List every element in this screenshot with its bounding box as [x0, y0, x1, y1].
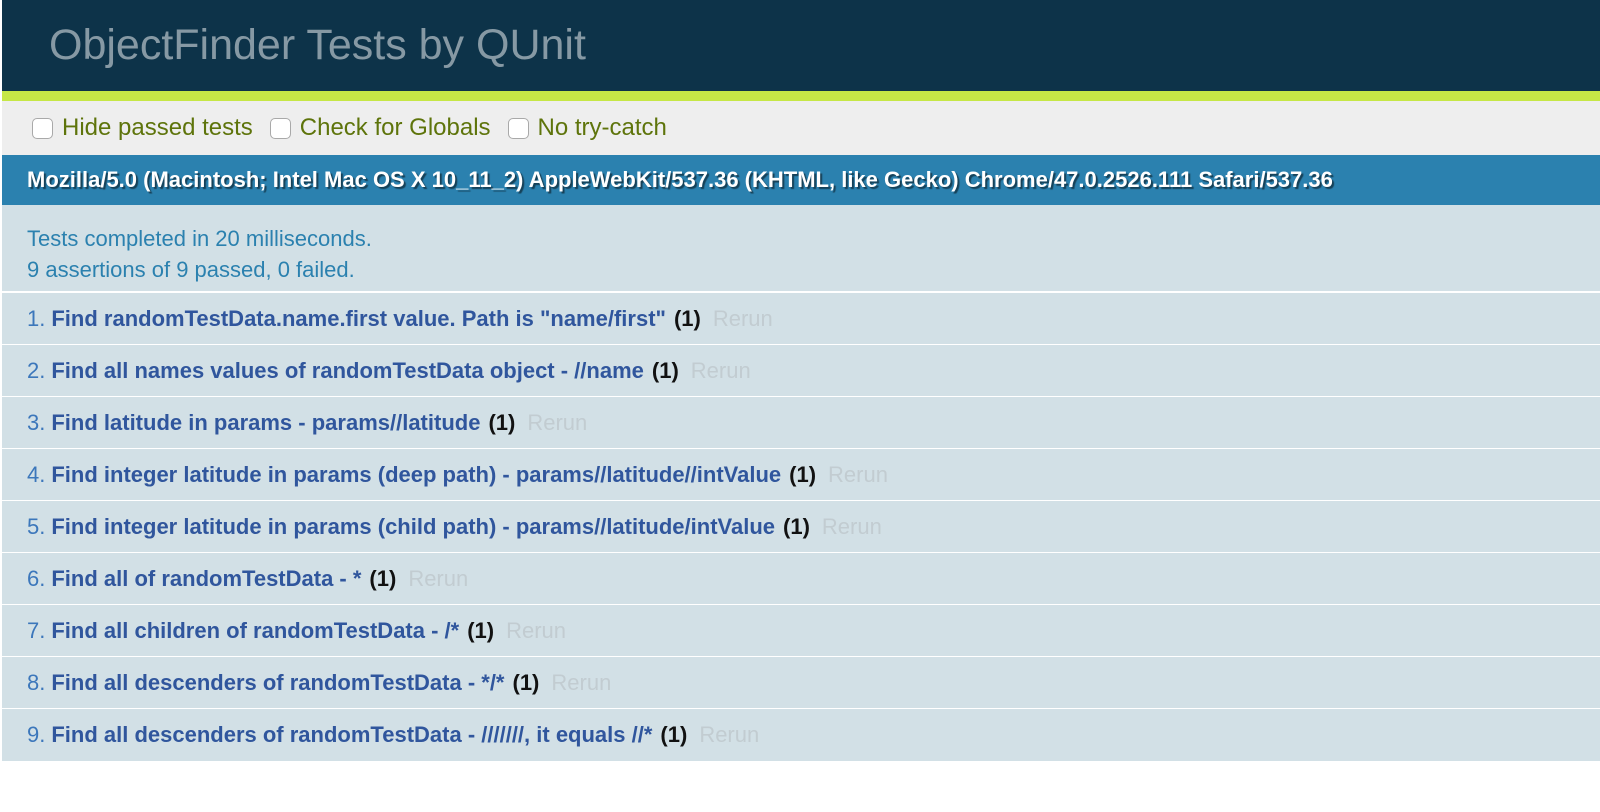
rerun-link[interactable]: Rerun	[506, 618, 566, 644]
test-number: 1.	[27, 305, 46, 331]
test-name[interactable]: Find integer latitude in params (child p…	[51, 514, 775, 540]
rerun-link[interactable]: Rerun	[699, 722, 759, 748]
check-globals-option[interactable]: Check for Globals	[269, 114, 491, 142]
test-item[interactable]: 6. Find all of randomTestData - * (1) Re…	[2, 553, 1600, 605]
test-number: 4.	[27, 461, 46, 487]
rerun-link[interactable]: Rerun	[822, 514, 882, 540]
test-item[interactable]: 8. Find all descenders of randomTestData…	[2, 657, 1600, 709]
page-title[interactable]: ObjectFinder Tests by QUnit	[49, 20, 1600, 70]
test-item[interactable]: 7. Find all children of randomTestData -…	[2, 605, 1600, 657]
test-name[interactable]: Find randomTestData.name.first value. Pa…	[51, 306, 666, 332]
test-name[interactable]: Find all names values of randomTestData …	[51, 358, 644, 384]
completion-time-text: Tests completed in 20 milliseconds.	[27, 226, 372, 251]
test-name[interactable]: Find all children of randomTestData - /*	[51, 618, 459, 644]
test-item[interactable]: 5. Find integer latitude in params (chil…	[2, 501, 1600, 553]
test-name[interactable]: Find integer latitude in params (deep pa…	[51, 462, 781, 488]
assertion-summary-text: 9 assertions of 9 passed, 0 failed.	[27, 257, 355, 282]
test-item[interactable]: 2. Find all names values of randomTestDa…	[2, 345, 1600, 397]
test-number: 3.	[27, 409, 46, 435]
rerun-link[interactable]: Rerun	[527, 410, 587, 436]
test-name[interactable]: Find latitude in params - params//latitu…	[51, 410, 480, 436]
hide-passed-label[interactable]: Hide passed tests	[62, 114, 253, 142]
test-number: 9.	[27, 722, 46, 747]
test-count: (1)	[783, 513, 810, 539]
test-results-summary: Tests completed in 20 milliseconds. 9 as…	[2, 205, 1600, 293]
rerun-link[interactable]: Rerun	[691, 358, 751, 384]
test-count: (1)	[467, 617, 495, 643]
qunit-banner-passed	[2, 91, 1600, 101]
test-name[interactable]: Find all descenders of randomTestData - …	[51, 722, 652, 748]
check-globals-label[interactable]: Check for Globals	[300, 114, 491, 142]
no-try-catch-checkbox[interactable]	[507, 117, 529, 139]
qunit-container: ObjectFinder Tests by QUnit Hide passed …	[2, 0, 1600, 792]
hide-passed-option[interactable]: Hide passed tests	[32, 114, 253, 142]
user-agent-bar: Mozilla/5.0 (Macintosh; Intel Mac OS X 1…	[2, 155, 1600, 205]
check-globals-checkbox[interactable]	[269, 117, 291, 139]
rerun-link[interactable]: Rerun	[713, 306, 773, 332]
rerun-link[interactable]: Rerun	[828, 462, 888, 488]
test-count: (1)	[673, 305, 701, 331]
test-name[interactable]: Find all descenders of randomTestData - …	[51, 670, 504, 696]
qunit-toolbar: Hide passed tests Check for Globals No t…	[2, 101, 1600, 155]
test-name[interactable]: Find all of randomTestData - *	[51, 566, 361, 592]
test-count: (1)	[660, 722, 688, 747]
rerun-link[interactable]: Rerun	[408, 566, 468, 592]
test-item[interactable]: 9. Find all descenders of randomTestData…	[2, 709, 1600, 761]
no-try-catch-label[interactable]: No try-catch	[538, 114, 667, 142]
test-number: 6.	[27, 565, 46, 591]
no-try-catch-option[interactable]: No try-catch	[507, 114, 667, 142]
test-count: (1)	[488, 409, 516, 435]
test-item[interactable]: 1. Find randomTestData.name.first value.…	[2, 293, 1600, 345]
test-number: 2.	[27, 357, 46, 383]
test-item[interactable]: 3. Find latitude in params - params//lat…	[2, 397, 1600, 449]
test-count: (1)	[789, 461, 817, 487]
rerun-link[interactable]: Rerun	[551, 670, 611, 696]
test-number: 7.	[27, 617, 46, 643]
test-count: (1)	[512, 669, 540, 695]
test-count: (1)	[369, 565, 397, 591]
hide-passed-checkbox[interactable]	[32, 117, 53, 139]
test-item[interactable]: 4. Find integer latitude in params (deep…	[2, 449, 1600, 501]
test-number: 5.	[27, 513, 46, 539]
test-list: 1. Find randomTestData.name.first value.…	[2, 293, 1600, 761]
qunit-header: ObjectFinder Tests by QUnit	[2, 0, 1600, 91]
test-count: (1)	[651, 357, 679, 383]
test-number: 8.	[27, 669, 46, 695]
